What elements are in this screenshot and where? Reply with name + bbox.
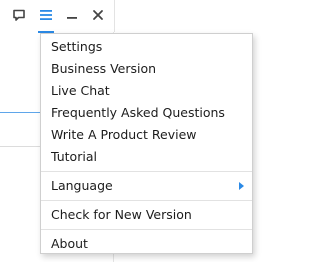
feedback-button[interactable]: [11, 8, 27, 24]
chevron-right-icon: [239, 182, 244, 190]
menu-item-label: Frequently Asked Questions: [51, 105, 225, 120]
main-dropdown-menu: Settings Business Version Live Chat Freq…: [40, 33, 253, 254]
menu-item-live-chat[interactable]: Live Chat: [41, 80, 252, 102]
close-button[interactable]: [90, 8, 106, 24]
menu-separator: [41, 200, 252, 201]
menu-item-write-review[interactable]: Write A Product Review: [41, 124, 252, 146]
divider: [0, 146, 40, 147]
menu-separator: [41, 171, 252, 172]
menu-item-label: Check for New Version: [51, 207, 192, 222]
menu-icon: [39, 7, 53, 26]
menu-item-about[interactable]: About: [41, 233, 252, 255]
menu-item-language[interactable]: Language: [41, 175, 252, 197]
menu-item-label: Tutorial: [51, 149, 97, 164]
feedback-icon: [12, 7, 26, 26]
menu-item-label: Live Chat: [51, 83, 110, 98]
minimize-icon: [65, 7, 79, 26]
menu-separator: [41, 229, 252, 230]
titlebar: [0, 0, 115, 32]
menu-item-business-version[interactable]: Business Version: [41, 58, 252, 80]
menu-item-faq[interactable]: Frequently Asked Questions: [41, 102, 252, 124]
menu-button[interactable]: [38, 8, 54, 24]
menu-item-label: About: [51, 236, 88, 251]
minimize-button[interactable]: [64, 8, 80, 24]
menu-item-label: Settings: [51, 39, 103, 54]
menu-item-settings[interactable]: Settings: [41, 36, 252, 58]
close-icon: [91, 7, 105, 26]
menu-item-tutorial[interactable]: Tutorial: [41, 146, 252, 168]
menu-item-label: Write A Product Review: [51, 127, 197, 142]
menu-item-label: Business Version: [51, 61, 157, 76]
divider: [0, 112, 40, 113]
menu-item-check-update[interactable]: Check for New Version: [41, 204, 252, 226]
menu-item-label: Language: [51, 178, 113, 193]
